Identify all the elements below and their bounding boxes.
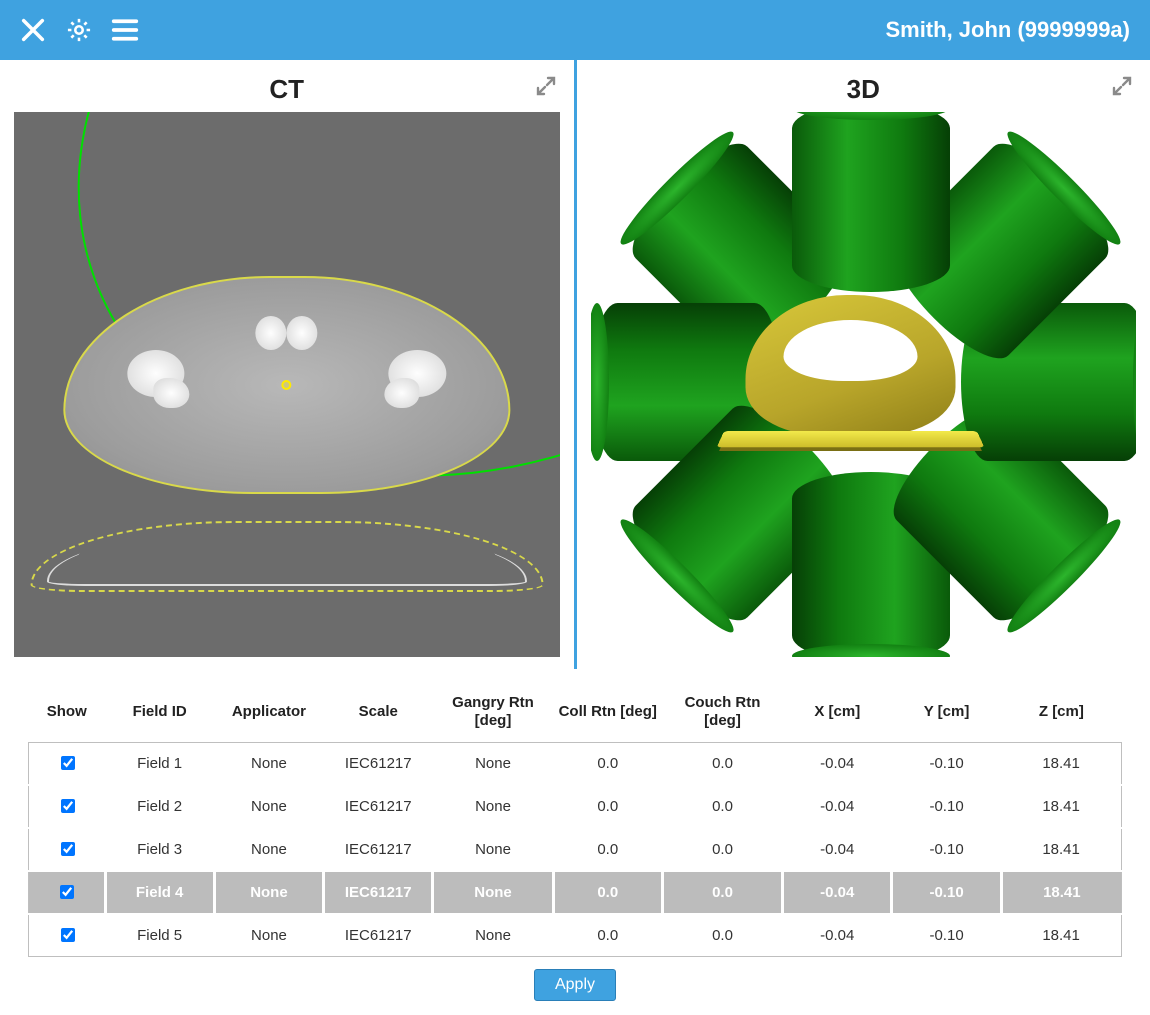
table-row[interactable]: Field 3NoneIEC61217None0.00.0-0.04-0.101… (29, 828, 1122, 871)
cell-gantry-rtn: None (433, 828, 553, 871)
expand-icon[interactable] (534, 74, 560, 100)
table-row[interactable]: Field 4NoneIEC61217None0.00.0-0.04-0.101… (29, 871, 1122, 914)
col-gantry-rtn[interactable]: Gangry Rtn [deg] (433, 688, 553, 743)
cell-scale: IEC61217 (324, 828, 433, 871)
apply-button[interactable]: Apply (534, 969, 616, 1001)
table-row[interactable]: Field 5NoneIEC61217None0.00.0-0.04-0.101… (29, 914, 1122, 957)
ct-pane: CT (0, 60, 574, 669)
cell-y: -0.10 (892, 743, 1001, 786)
cell-field-id: Field 5 (105, 914, 214, 957)
col-field-id[interactable]: Field ID (105, 688, 214, 743)
isocenter-marker (282, 380, 292, 390)
cell-coll-rtn: 0.0 (553, 828, 662, 871)
anatomy-model (746, 295, 981, 453)
cell-z: 18.41 (1001, 914, 1121, 957)
cell-scale: IEC61217 (324, 871, 433, 914)
app-topbar: Smith, John (9999999a) (0, 0, 1150, 60)
cell-couch-rtn: 0.0 (662, 871, 782, 914)
cell-applicator: None (214, 785, 323, 828)
threed-viewport[interactable] (591, 112, 1137, 657)
threed-title: 3D (847, 74, 880, 105)
cell-couch-rtn: 0.0 (662, 914, 782, 957)
cell-applicator: None (214, 743, 323, 786)
cell-show (29, 828, 106, 871)
cell-show (29, 785, 106, 828)
cell-x: -0.04 (783, 871, 892, 914)
cell-x: -0.04 (783, 743, 892, 786)
col-couch-rtn[interactable]: Couch Rtn [deg] (662, 688, 782, 743)
cell-coll-rtn: 0.0 (553, 743, 662, 786)
cell-applicator: None (214, 871, 323, 914)
col-show[interactable]: Show (29, 688, 106, 743)
cell-field-id: Field 3 (105, 828, 214, 871)
cell-gantry-rtn: None (433, 914, 553, 957)
cell-z: 18.41 (1001, 871, 1121, 914)
cell-applicator: None (214, 828, 323, 871)
cell-couch-rtn: 0.0 (662, 785, 782, 828)
cell-scale: IEC61217 (324, 743, 433, 786)
cell-y: -0.10 (892, 914, 1001, 957)
cell-show (29, 914, 106, 957)
show-checkbox[interactable] (61, 928, 75, 942)
cell-z: 18.41 (1001, 828, 1121, 871)
col-coll-rtn[interactable]: Coll Rtn [deg] (553, 688, 662, 743)
show-checkbox[interactable] (61, 842, 75, 856)
cell-couch-rtn: 0.0 (662, 743, 782, 786)
cell-x: -0.04 (783, 914, 892, 957)
cell-scale: IEC61217 (324, 914, 433, 957)
cell-gantry-rtn: None (433, 743, 553, 786)
cell-coll-rtn: 0.0 (553, 871, 662, 914)
field-table: Show Field ID Applicator Scale Gangry Rt… (28, 688, 1122, 957)
cell-scale: IEC61217 (324, 785, 433, 828)
cell-gantry-rtn: None (433, 785, 553, 828)
cell-y: -0.10 (892, 871, 1001, 914)
cell-z: 18.41 (1001, 743, 1121, 786)
cell-couch-rtn: 0.0 (662, 828, 782, 871)
menu-icon[interactable] (106, 11, 144, 49)
beam-cylinder (792, 112, 950, 292)
cell-coll-rtn: 0.0 (553, 785, 662, 828)
threed-pane: 3D (574, 60, 1150, 669)
show-checkbox[interactable] (61, 799, 75, 813)
gear-icon[interactable] (60, 11, 98, 49)
show-checkbox[interactable] (61, 756, 75, 770)
ct-viewport[interactable] (14, 112, 560, 657)
cell-show (29, 871, 106, 914)
cell-x: -0.04 (783, 785, 892, 828)
expand-icon[interactable] (1110, 74, 1136, 100)
col-scale[interactable]: Scale (324, 688, 433, 743)
col-x[interactable]: X [cm] (783, 688, 892, 743)
ct-title: CT (269, 74, 304, 105)
close-icon[interactable] (14, 11, 52, 49)
cell-x: -0.04 (783, 828, 892, 871)
cell-field-id: Field 1 (105, 743, 214, 786)
viewer-row: CT 3D (0, 60, 1150, 670)
cell-z: 18.41 (1001, 785, 1121, 828)
show-checkbox[interactable] (60, 885, 74, 899)
field-table-section: Show Field ID Applicator Scale Gangry Rt… (0, 670, 1150, 1007)
cell-show (29, 743, 106, 786)
patient-label: Smith, John (9999999a) (885, 17, 1130, 43)
cell-applicator: None (214, 914, 323, 957)
col-z[interactable]: Z [cm] (1001, 688, 1121, 743)
cell-gantry-rtn: None (433, 871, 553, 914)
table-row[interactable]: Field 1NoneIEC61217None0.00.0-0.04-0.101… (29, 743, 1122, 786)
cell-coll-rtn: 0.0 (553, 914, 662, 957)
cell-field-id: Field 2 (105, 785, 214, 828)
table-header-row: Show Field ID Applicator Scale Gangry Rt… (29, 688, 1122, 743)
cell-y: -0.10 (892, 828, 1001, 871)
cell-y: -0.10 (892, 785, 1001, 828)
table-row[interactable]: Field 2NoneIEC61217None0.00.0-0.04-0.101… (29, 785, 1122, 828)
cell-field-id: Field 4 (105, 871, 214, 914)
col-applicator[interactable]: Applicator (214, 688, 323, 743)
col-y[interactable]: Y [cm] (892, 688, 1001, 743)
